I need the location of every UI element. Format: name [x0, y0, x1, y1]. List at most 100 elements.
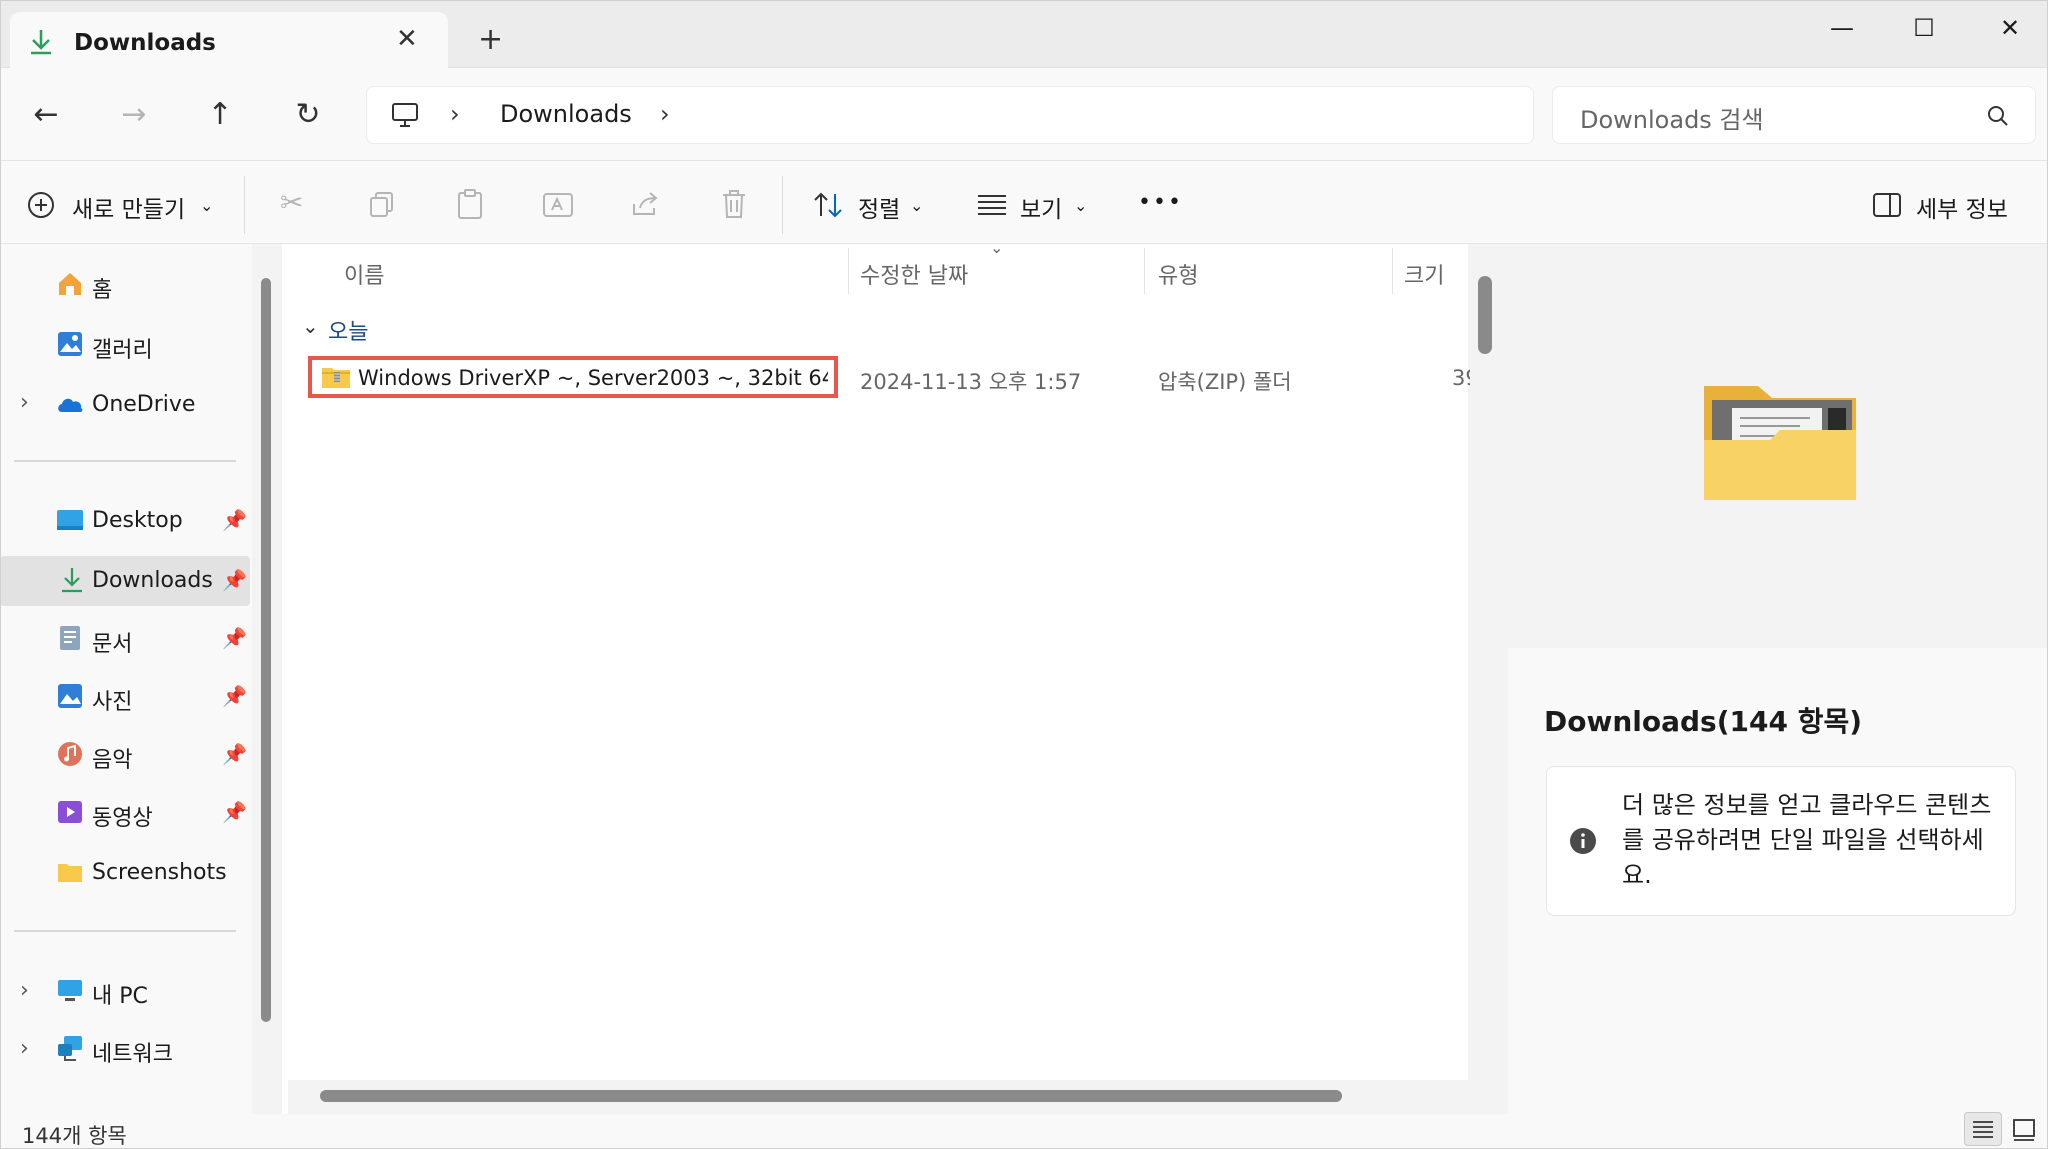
sidebar-item-label: Screenshots: [92, 860, 227, 885]
new-button[interactable]: 새로 만들기: [72, 190, 185, 224]
chevron-down-icon[interactable]: ⌄: [910, 196, 923, 215]
column-header-size[interactable]: 크기: [1404, 258, 1444, 290]
details-pane-icon: [1873, 193, 1901, 217]
file-date: 2024-11-13 오후 1:57: [860, 370, 1082, 394]
zip-folder-icon: [322, 368, 350, 388]
details-view-button[interactable]: [1964, 1112, 2002, 1146]
info-message: 더 많은 정보를 얻고 클라우드 콘텐츠를 공유하려면 단일 파일을 선택하세요…: [1622, 791, 1992, 889]
status-bar: [0, 1114, 2048, 1149]
pin-icon[interactable]: 📌: [222, 800, 247, 824]
download-arrow-icon: [31, 30, 51, 55]
pin-icon[interactable]: 📌: [222, 626, 247, 650]
sidebar-item-label: 음악: [92, 748, 133, 773]
chevron-right-icon[interactable]: ›: [20, 390, 29, 415]
sidebar-item-label: 문서: [92, 632, 133, 657]
plus-circle-icon: [28, 192, 54, 218]
pictures-folder-icon: [58, 684, 82, 708]
sidebar-item-label: Downloads: [92, 568, 213, 593]
vertical-scrollbar-thumb[interactable]: [1478, 276, 1492, 354]
folder-preview-icon: [1704, 386, 1856, 500]
desktop-folder-icon: [57, 510, 83, 530]
pin-icon[interactable]: 📌: [222, 568, 247, 592]
pin-icon[interactable]: 📌: [222, 684, 247, 708]
gallery-icon: [58, 332, 82, 356]
sidebar-item-label: Desktop: [92, 508, 183, 533]
item-count: 144개 항목: [22, 1124, 127, 1148]
sidebar-item-label: OneDrive: [92, 392, 196, 417]
tiles-view-icon[interactable]: [2010, 1116, 2038, 1144]
details-title: Downloads(144 항목): [1544, 705, 1863, 738]
vertical-scrollbar-track[interactable]: [1470, 244, 1500, 1114]
file-size: 39: [1452, 366, 1470, 390]
column-header-name[interactable]: 이름: [344, 258, 384, 290]
paste-icon[interactable]: [456, 188, 484, 220]
sidebar-scrollbar[interactable]: [261, 278, 271, 1022]
copy-icon[interactable]: [368, 190, 396, 218]
file-type: 압축(ZIP) 폴더: [1158, 370, 1292, 394]
sidebar-item-label: 홈: [92, 278, 113, 303]
back-button[interactable]: ←: [20, 89, 72, 141]
view-button[interactable]: 보기: [1020, 190, 1062, 224]
onedrive-icon: [58, 398, 83, 412]
chevron-right-icon[interactable]: ›: [660, 100, 670, 128]
forward-button[interactable]: →: [108, 89, 160, 141]
column-header-date[interactable]: 수정한 날짜: [860, 258, 968, 290]
divider[interactable]: [1144, 248, 1145, 294]
sidebar-item-home[interactable]: [0, 262, 250, 312]
column-header-type[interactable]: 유형: [1158, 258, 1198, 290]
new-tab-button[interactable]: +: [478, 22, 503, 57]
horizontal-scrollbar-thumb[interactable]: [320, 1090, 1342, 1102]
breadcrumb-downloads[interactable]: Downloads: [500, 100, 632, 128]
rename-icon[interactable]: [542, 190, 574, 220]
group-header[interactable]: 오늘: [328, 314, 368, 346]
chevron-right-icon[interactable]: ›: [20, 978, 29, 1003]
chevron-right-icon[interactable]: ›: [450, 100, 460, 128]
close-window-button[interactable]: ✕: [1970, 8, 2048, 48]
music-folder-icon: [58, 742, 82, 766]
folder-icon: [58, 864, 82, 882]
chevron-down-icon[interactable]: ⌄: [200, 196, 213, 215]
divider[interactable]: [1392, 248, 1393, 294]
share-icon[interactable]: [630, 190, 660, 218]
sidebar-item-label: 갤러리: [92, 338, 153, 363]
up-button[interactable]: ↑: [194, 89, 246, 141]
chevron-down-icon[interactable]: ⌄: [302, 314, 319, 338]
refresh-button[interactable]: ↻: [282, 89, 334, 141]
divider[interactable]: [848, 248, 849, 294]
network-icon: [58, 1036, 82, 1061]
chevron-right-icon[interactable]: ›: [20, 1036, 29, 1061]
info-icon: [1570, 828, 1596, 854]
documents-folder-icon: [60, 626, 80, 650]
search-icon[interactable]: [1986, 104, 2010, 128]
pin-icon[interactable]: 📌: [222, 742, 247, 766]
search-input[interactable]: Downloads 검색: [1580, 100, 1764, 135]
sort-icon: [814, 192, 842, 218]
file-name[interactable]: Windows DriverXP ~, Server2003 ~, 32bit …: [358, 366, 828, 390]
cut-icon[interactable]: ✂: [280, 186, 303, 219]
details-button[interactable]: 세부 정보: [1916, 190, 2008, 224]
minimize-button[interactable]: —: [1802, 8, 1882, 48]
monitor-icon[interactable]: [390, 100, 420, 130]
sidebar-item-label: 사진: [92, 690, 133, 715]
chevron-down-icon[interactable]: ⌄: [1074, 196, 1087, 215]
sort-button[interactable]: 정렬: [858, 190, 900, 224]
sidebar-item-label: 내 PC: [92, 984, 148, 1009]
pin-icon[interactable]: 📌: [222, 508, 247, 532]
list-view-icon: [1973, 1121, 1993, 1138]
sidebar-item-label: 네트워크: [92, 1042, 173, 1067]
downloads-folder-icon: [62, 568, 82, 593]
divider: [14, 460, 236, 462]
sidebar-item-label: 동영상: [92, 806, 153, 831]
more-options-button[interactable]: •••: [1138, 190, 1183, 215]
close-tab-icon[interactable]: ✕: [396, 24, 418, 54]
divider: [244, 176, 245, 234]
home-icon: [59, 273, 81, 295]
view-list-icon: [978, 195, 1006, 215]
pc-icon: [58, 980, 82, 1001]
sort-chevron-icon: ⌄: [990, 238, 1004, 257]
maximize-button[interactable]: ☐: [1884, 8, 1964, 48]
videos-folder-icon: [58, 801, 82, 823]
divider: [14, 930, 236, 932]
tab-title: Downloads: [74, 30, 216, 56]
delete-icon[interactable]: [720, 188, 748, 220]
